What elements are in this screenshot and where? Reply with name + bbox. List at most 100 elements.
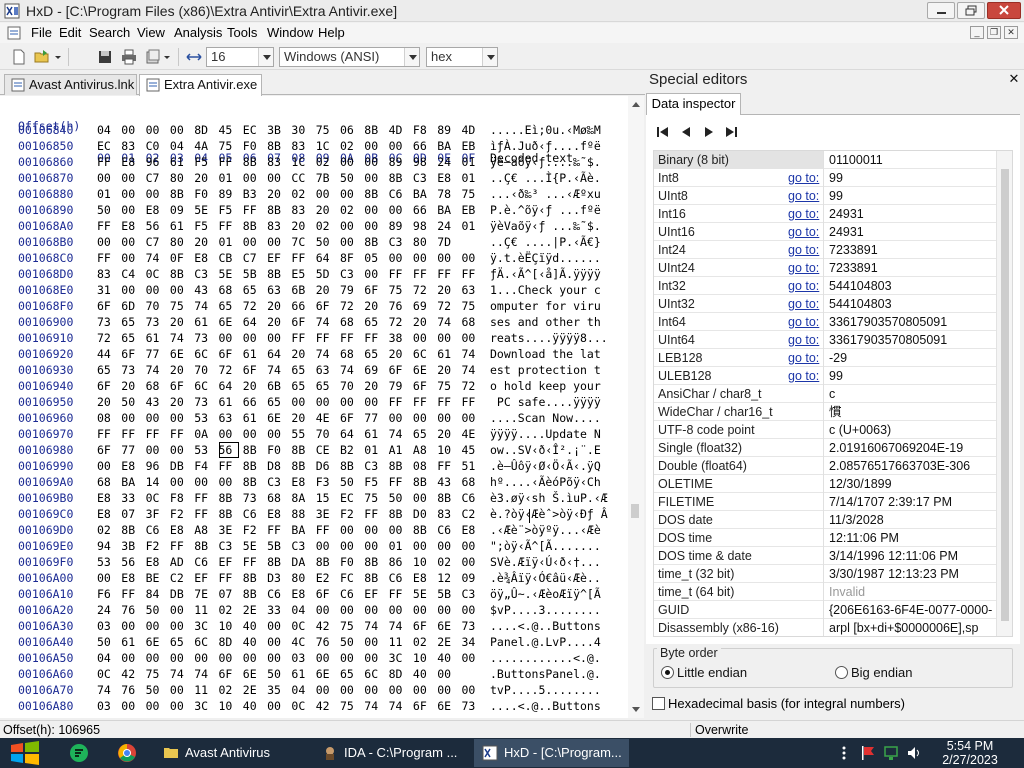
hex-byte-cell[interactable]: 01 <box>389 538 409 554</box>
hex-byte-cell[interactable]: 50 <box>340 170 360 186</box>
hex-byte-cell[interactable]: 00 <box>219 426 239 442</box>
inspector-value[interactable]: 2.08576517663703E-306 <box>829 457 970 475</box>
hex-byte-cell[interactable]: 64 <box>340 426 360 442</box>
hex-byte-cell[interactable]: 00 <box>364 602 384 618</box>
hex-row[interactable]: 00106980 6F 77 00 00 53 56 8B F0 8B CE B2 01 A1 A8 10 45… <box>0 442 628 458</box>
hex-byte-cell[interactable]: 6E <box>437 618 457 634</box>
hex-byte-cell[interactable]: 74 <box>170 330 190 346</box>
big-endian-radio[interactable] <box>835 666 848 679</box>
hex-byte-cell[interactable]: 3C <box>389 650 409 666</box>
hex-byte-cell[interactable]: 00 <box>170 618 190 634</box>
hex-byte-cell[interactable]: FF <box>413 266 433 282</box>
hex-byte-cell[interactable]: 61 <box>243 410 263 426</box>
menu-tools[interactable]: Tools <box>227 26 257 40</box>
taskbar-task-ida[interactable]: IDA - C:\Program ... <box>314 739 469 767</box>
hex-byte-cell[interactable]: 61 <box>170 218 190 234</box>
hex-byte-cell[interactable]: 00 <box>462 602 482 618</box>
hex-row[interactable]: 001068E0 31 00 00 00 43 68 65 63 6B 20 79 6F 75 72 20 63… <box>0 282 628 298</box>
hex-byte-cell[interactable]: 72 <box>462 378 482 394</box>
hex-byte-cell[interactable]: 00 <box>146 698 166 714</box>
taskbar-task-avast[interactable]: Avast Antivirus <box>155 739 310 767</box>
hex-byte-cell[interactable]: 00 <box>340 650 360 666</box>
inspector-value[interactable]: -29 <box>829 349 847 367</box>
hex-byte-cell[interactable]: 8B <box>437 490 457 506</box>
hex-byte-cell[interactable]: B2 <box>340 442 360 458</box>
hex-byte-cell[interactable]: 68 <box>340 314 360 330</box>
hex-byte-cell[interactable]: 00 <box>364 266 384 282</box>
hex-row[interactable]: 001068A0 FF E8 56 61 F5 FF 8B 83 20 02 00 00 89 98 24 01… <box>0 218 628 234</box>
hex-byte-cell[interactable]: 0C <box>97 666 117 682</box>
hex-byte-cell[interactable]: 5E <box>194 202 214 218</box>
hex-byte-cell[interactable]: 6E <box>243 666 263 682</box>
hex-byte-cell[interactable]: FF <box>170 426 190 442</box>
hex-byte-cell[interactable]: 6C <box>194 378 214 394</box>
hex-byte-cell[interactable]: 65 <box>219 298 239 314</box>
hex-byte-cell[interactable]: 6F <box>97 298 117 314</box>
row-decoded-text[interactable]: .ButtonsPanel.@. <box>490 666 601 682</box>
hex-byte-cell[interactable]: 69 <box>364 362 384 378</box>
hex-byte-cell[interactable]: 63 <box>316 362 336 378</box>
hex-byte-cell[interactable]: C3 <box>267 474 287 490</box>
hex-byte-cell[interactable]: C3 <box>291 538 311 554</box>
hex-byte-cell[interactable]: 00 <box>121 282 141 298</box>
network-icon[interactable] <box>883 745 899 761</box>
hex-byte-cell[interactable]: 6B <box>291 282 311 298</box>
row-decoded-text[interactable]: ÿèVaõÿ‹ƒ ...‰˜$. <box>490 218 601 234</box>
hex-byte-cell[interactable]: 77 <box>121 442 141 458</box>
hex-byte-cell[interactable]: 8B <box>267 554 287 570</box>
open-dropdown-icon[interactable] <box>53 49 63 65</box>
hex-byte-cell[interactable]: 74 <box>364 618 384 634</box>
hex-byte-cell[interactable]: 00 <box>170 442 190 458</box>
green-app-icon[interactable] <box>69 743 89 763</box>
hex-byte-cell[interactable]: 74 <box>146 250 166 266</box>
hex-byte-cell[interactable]: 73 <box>121 362 141 378</box>
hex-byte-cell[interactable]: 74 <box>389 698 409 714</box>
inspector-row[interactable]: OLETIME 12/30/1899 <box>654 475 996 493</box>
hex-byte-cell[interactable]: 65 <box>121 314 141 330</box>
hex-byte-cell[interactable]: 00 <box>437 250 457 266</box>
inspector-value[interactable]: 12/30/1899 <box>829 475 892 493</box>
hex-byte-cell[interactable]: 07 <box>121 506 141 522</box>
inspector-value[interactable]: 11/3/2028 <box>829 511 884 529</box>
inspector-value[interactable]: c (U+0063) <box>829 421 891 439</box>
hex-byte-cell[interactable]: 02 <box>437 554 457 570</box>
hex-byte-cell[interactable]: B3 <box>243 186 263 202</box>
hex-byte-cell[interactable]: 20 <box>389 346 409 362</box>
close-button[interactable] <box>987 2 1021 19</box>
hex-byte-cell[interactable]: 00 <box>316 538 336 554</box>
hex-byte-cell[interactable]: AD <box>170 554 190 570</box>
hex-byte-cell[interactable]: 01 <box>364 442 384 458</box>
row-decoded-text[interactable]: Panel.@.LvP....4 <box>490 634 601 650</box>
hex-byte-cell[interactable]: BE <box>146 570 166 586</box>
hex-byte-cell[interactable]: FF <box>316 522 336 538</box>
hex-byte-cell[interactable]: 53 <box>97 554 117 570</box>
hex-byte-cell[interactable]: 11 <box>194 682 214 698</box>
hex-byte-cell[interactable]: FF <box>121 586 141 602</box>
hex-byte-cell[interactable]: 00 <box>267 426 287 442</box>
hex-byte-cell[interactable]: 6C <box>194 346 214 362</box>
goto-link[interactable]: go to: <box>788 187 819 205</box>
hex-byte-cell[interactable]: 0C <box>291 618 311 634</box>
hex-byte-cell[interactable]: C3 <box>219 538 239 554</box>
hex-byte-cell[interactable]: 50 <box>267 666 287 682</box>
hex-byte-cell[interactable]: 61 <box>170 154 190 170</box>
hex-byte-cell[interactable]: 00 <box>316 602 336 618</box>
inspector-row[interactable]: time_t (32 bit) 3/30/1987 12:13:23 PM <box>654 565 996 583</box>
hex-row[interactable]: 00106A60 0C 42 75 74 74 6F 6E 50 61 6E 65 6C 8D 40 00 .B… <box>0 666 628 682</box>
hex-byte-cell[interactable]: 8B <box>364 554 384 570</box>
hex-byte-cell[interactable]: 56 <box>121 554 141 570</box>
hex-byte-cell[interactable]: 8B <box>243 570 263 586</box>
hex-byte-cell[interactable]: 96 <box>146 458 166 474</box>
hex-row[interactable]: 00106970 FF FF FF FF 0A 00 00 00 55 70 64 61 74 65 20 4E… <box>0 426 628 442</box>
hex-byte-cell[interactable]: 00 <box>462 410 482 426</box>
hex-byte-cell[interactable]: 02 <box>340 138 360 154</box>
hex-byte-cell[interactable]: 00 <box>146 122 166 138</box>
menu-edit[interactable]: Edit <box>59 26 81 40</box>
hex-row[interactable]: 00106A50 04 00 00 00 00 00 00 00 03 00 00 00 3C 10 40 00… <box>0 650 628 666</box>
hex-byte-cell[interactable]: 6B <box>267 378 287 394</box>
hex-byte-cell[interactable]: EF <box>219 554 239 570</box>
hex-byte-cell[interactable]: 44 <box>97 346 117 362</box>
hex-byte-cell[interactable]: FF <box>340 330 360 346</box>
hex-byte-cell[interactable]: 20 <box>194 170 214 186</box>
scroll-down-arrow-icon[interactable] <box>632 707 640 712</box>
